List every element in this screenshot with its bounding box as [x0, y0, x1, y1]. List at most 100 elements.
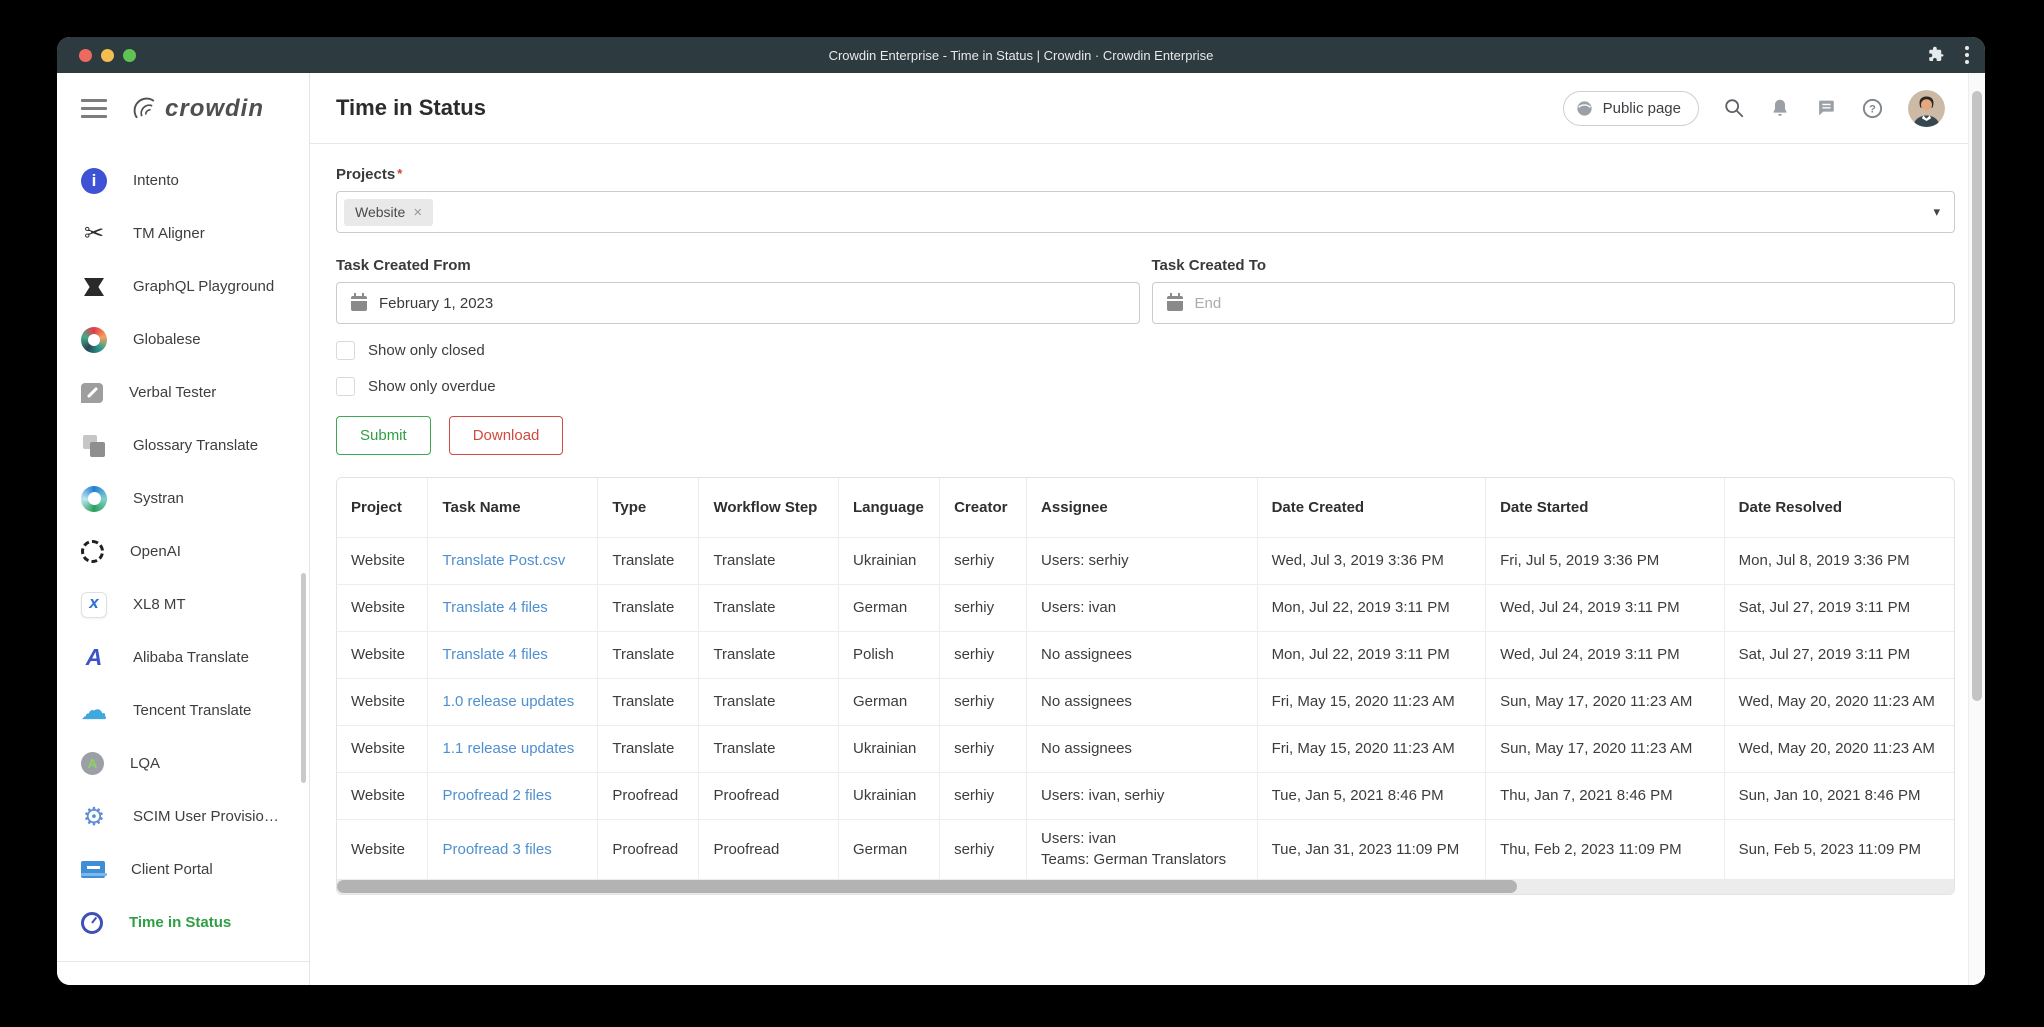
- column-header: Project: [337, 478, 428, 537]
- type-cell: Proofread: [598, 819, 699, 879]
- download-button[interactable]: Download: [449, 416, 564, 455]
- glossary-icon: [81, 433, 107, 459]
- assignee-line: Teams: German Translators: [1041, 849, 1243, 871]
- horizontal-scrollbar-track[interactable]: [337, 879, 1954, 894]
- search-icon[interactable]: [1723, 97, 1745, 119]
- user-avatar[interactable]: [1908, 90, 1945, 127]
- creator-cell: serhiy: [940, 819, 1027, 879]
- sidebar-item-globalese[interactable]: Globalese: [57, 313, 309, 366]
- sidebar-item-alibaba[interactable]: Alibaba Translate: [57, 631, 309, 684]
- creator-cell: serhiy: [940, 772, 1027, 819]
- task-created-from-value: February 1, 2023: [379, 295, 493, 312]
- titlebar: Crowdin Enterprise - Time in Status | Cr…: [57, 37, 1985, 73]
- date-resolved-cell: Mon, Jul 8, 2019 3:36 PM: [1724, 537, 1955, 584]
- extensions-puzzle-icon[interactable]: [1927, 46, 1945, 64]
- scim-icon: [81, 804, 107, 830]
- sidebar-item-clock[interactable]: Time in Status: [57, 896, 309, 949]
- horizontal-scrollbar-thumb[interactable]: [337, 880, 1517, 893]
- date-resolved-cell: Wed, May 20, 2020 11:23 AM: [1724, 678, 1955, 725]
- task-name-link[interactable]: 1.1 release updates: [442, 740, 574, 757]
- column-header: Date Resolved: [1724, 478, 1955, 537]
- task-name-link[interactable]: Proofread 2 files: [442, 787, 551, 804]
- public-page-button[interactable]: Public page: [1563, 91, 1699, 126]
- task-name-link[interactable]: Translate 4 files: [442, 646, 547, 663]
- sidebar-item-client[interactable]: Client Portal: [57, 843, 309, 896]
- date-created-cell: Fri, May 15, 2020 11:23 AM: [1257, 725, 1486, 772]
- tencent-icon: [81, 698, 107, 724]
- sidebar-item-label: Time in Status: [129, 914, 231, 931]
- hamburger-menu-icon[interactable]: [77, 95, 111, 122]
- workflow-step-cell: Proofread: [699, 772, 839, 819]
- calendar-icon: [351, 296, 367, 311]
- sidebar-item-label: OpenAI: [130, 543, 181, 560]
- task-name-link[interactable]: 1.0 release updates: [442, 693, 574, 710]
- help-icon[interactable]: ?: [1861, 97, 1884, 120]
- creator-cell: serhiy: [940, 725, 1027, 772]
- assignee-line: No assignees: [1041, 644, 1243, 666]
- task-created-to-input[interactable]: End: [1152, 282, 1956, 324]
- systran-icon: [81, 486, 107, 512]
- assignee-cell: Users: ivanTeams: German Translators: [1027, 819, 1258, 879]
- show-only-overdue-checkbox[interactable]: [336, 377, 355, 396]
- sidebar-item-verbal[interactable]: Verbal Tester: [57, 366, 309, 419]
- task-name-link[interactable]: Translate 4 files: [442, 599, 547, 616]
- svg-text:?: ?: [1869, 103, 1876, 115]
- date-created-cell: Wed, Jul 3, 2019 3:36 PM: [1257, 537, 1486, 584]
- task-created-to-placeholder: End: [1195, 295, 1222, 312]
- project-tag-website: Website ×: [344, 199, 433, 226]
- sidebar-item-lqa[interactable]: LQA: [57, 737, 309, 790]
- sidebar-item-label: Systran: [133, 490, 184, 507]
- workflow-step-cell: Translate: [699, 537, 839, 584]
- verbal-icon: [81, 383, 103, 403]
- results-table-card: ProjectTask NameTypeWorkflow StepLanguag…: [336, 477, 1955, 895]
- task-name-link[interactable]: Translate Post.csv: [442, 552, 565, 569]
- workflow-step-cell: Translate: [699, 678, 839, 725]
- sidebar-item-systran[interactable]: Systran: [57, 472, 309, 525]
- sidebar-item-intento[interactable]: Intento: [57, 154, 309, 207]
- sidebar-item-tm-aligner[interactable]: TM Aligner: [57, 207, 309, 260]
- sidebar-item-label: Client Portal: [131, 861, 213, 878]
- date-started-cell: Sun, May 17, 2020 11:23 AM: [1486, 678, 1725, 725]
- table-row: WebsiteProofread 3 filesProofreadProofre…: [337, 819, 1955, 879]
- show-only-closed-checkbox[interactable]: [336, 341, 355, 360]
- messages-chat-icon[interactable]: [1815, 97, 1837, 119]
- project-cell: Website: [337, 819, 428, 879]
- date-started-cell: Sun, May 17, 2020 11:23 AM: [1486, 725, 1725, 772]
- vertical-scrollbar-thumb[interactable]: [1972, 91, 1982, 701]
- task-created-from-input[interactable]: February 1, 2023: [336, 282, 1140, 324]
- creator-cell: serhiy: [940, 678, 1027, 725]
- maximize-window-icon[interactable]: [123, 49, 136, 62]
- table-body: WebsiteTranslate Post.csvTranslateTransl…: [337, 537, 1955, 879]
- close-window-icon[interactable]: [79, 49, 92, 62]
- sidebar-item-scim[interactable]: SCIM User Provisio…: [57, 790, 309, 843]
- browser-menu-icon[interactable]: [1965, 46, 1969, 64]
- table-header-row: ProjectTask NameTypeWorkflow StepLanguag…: [337, 478, 1955, 537]
- chevron-down-icon[interactable]: ▾: [1933, 204, 1940, 220]
- notifications-bell-icon[interactable]: [1769, 97, 1791, 119]
- project-cell: Website: [337, 631, 428, 678]
- type-cell: Translate: [598, 725, 699, 772]
- type-cell: Translate: [598, 631, 699, 678]
- crowdin-wordmark: crowdin: [165, 95, 264, 123]
- sidebar-divider: [57, 961, 309, 985]
- crowdin-logo-icon: [129, 93, 161, 125]
- sidebar-item-openai[interactable]: OpenAI: [57, 525, 309, 578]
- project-cell: Website: [337, 584, 428, 631]
- sidebar-scrollbar[interactable]: [301, 573, 306, 783]
- vertical-scrollbar-track[interactable]: [1968, 73, 1985, 985]
- sidebar-item-tencent[interactable]: Tencent Translate: [57, 684, 309, 737]
- sidebar-item-xl8[interactable]: XL8 MT: [57, 578, 309, 631]
- submit-button[interactable]: Submit: [336, 416, 431, 455]
- project-tag-label: Website: [355, 204, 405, 220]
- sidebar: crowdin IntentoTM AlignerGraphQL Playgro…: [57, 73, 310, 985]
- sidebar-nav: IntentoTM AlignerGraphQL PlaygroundGloba…: [57, 144, 309, 949]
- remove-tag-icon[interactable]: ×: [413, 204, 422, 221]
- task-name-link[interactable]: Proofread 3 files: [442, 841, 551, 858]
- sidebar-item-graphql[interactable]: GraphQL Playground: [57, 260, 309, 313]
- projects-multiselect[interactable]: Website × ▾: [336, 191, 1955, 233]
- table-row: WebsiteTranslate 4 filesTranslateTransla…: [337, 631, 1955, 678]
- sidebar-item-glossary[interactable]: Glossary Translate: [57, 419, 309, 472]
- date-created-cell: Mon, Jul 22, 2019 3:11 PM: [1257, 584, 1486, 631]
- crowdin-logo[interactable]: crowdin: [129, 93, 264, 125]
- minimize-window-icon[interactable]: [101, 49, 114, 62]
